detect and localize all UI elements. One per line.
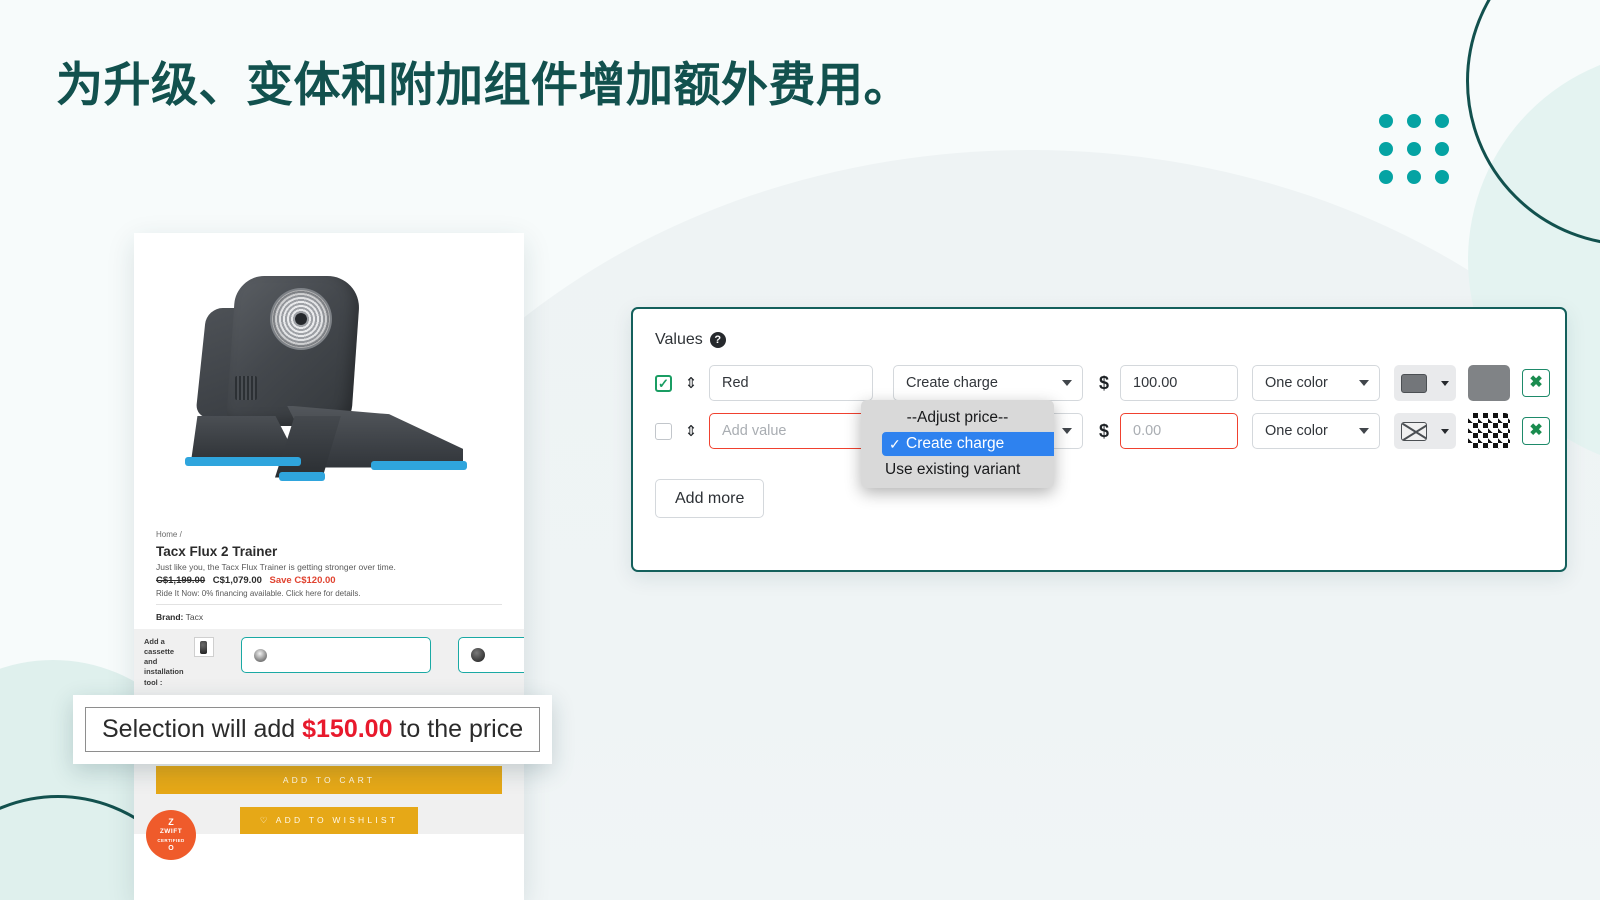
product-title: Tacx Flux 2 Trainer: [156, 544, 278, 559]
chevron-down-icon: [1441, 380, 1450, 386]
row-enabled-checkbox[interactable]: [655, 422, 672, 440]
chevron-down-icon: [1359, 428, 1370, 434]
value-name-input[interactable]: Add value: [709, 413, 873, 449]
callout-suffix: to the price: [399, 715, 524, 743]
badge-line-3: CERTIFIED: [157, 837, 185, 843]
add-to-cart-button[interactable]: ADD TO CART: [156, 765, 502, 794]
dropdown-item-create-charge[interactable]: ✓ Create charge: [881, 431, 1054, 457]
values-rows: ⇕ Red Create charge $ 100.00 One color ✖: [633, 349, 1565, 449]
financing-note[interactable]: Ride It Now: 0% financing available. Cli…: [156, 589, 502, 605]
values-header: Values ?: [633, 309, 1565, 349]
callout-amount: $150.00: [302, 715, 393, 743]
badge-line-2: ZWIFT: [159, 827, 183, 835]
page-root: 为升级、变体和附加组件增加额外费用。 Home / Tacx Flux 2 Tr…: [0, 0, 1600, 900]
currency-symbol: $: [1099, 420, 1110, 441]
cassette-icon: [272, 289, 330, 348]
page-title: 为升级、变体和附加组件增加额外费用。: [56, 58, 911, 111]
color-chip: [1401, 373, 1428, 393]
color-mode-select[interactable]: One color: [1252, 413, 1381, 449]
price-mode-select[interactable]: Create charge: [893, 365, 1083, 401]
price-row: C$1,199.00 C$1,079.00 Save C$120.00: [156, 575, 502, 586]
swatch-cassette-dark[interactable]: [457, 637, 524, 673]
brand-row: Brand: Tacx: [156, 605, 502, 629]
delete-row-button[interactable]: ✖: [1522, 369, 1551, 397]
color-mode-value: One color: [1265, 375, 1328, 391]
color-swatch-picker[interactable]: [1394, 413, 1457, 449]
color-mode-select[interactable]: One color: [1252, 365, 1381, 401]
check-icon: ✓: [889, 435, 901, 452]
price-mode-dropdown-menu[interactable]: --Adjust price-- ✓ Create charge Use exi…: [861, 400, 1054, 488]
drag-vertical-icon[interactable]: ⇕: [683, 424, 699, 439]
option-label: Add a cassette and installation tool :: [144, 637, 184, 687]
chevron-down-icon: [1062, 428, 1072, 434]
price-callout: Selection will add $150.00 to the price: [73, 695, 553, 764]
price-callout-text: Selection will add $150.00 to the price: [85, 707, 541, 752]
brand-label: Brand:: [156, 612, 184, 622]
product-subtitle: Just like you, the Tacx Flux Trainer is …: [156, 562, 396, 572]
add-to-wishlist-button[interactable]: ♡ ADD TO WISHLIST: [239, 806, 419, 834]
badge-line-4: O: [168, 844, 174, 852]
option-swatch-list: [193, 637, 524, 673]
row-enabled-checkbox[interactable]: [655, 374, 672, 392]
breadcrumb[interactable]: Home /: [156, 530, 502, 539]
chevron-down-icon: [1359, 380, 1370, 386]
dropdown-item-label: --Adjust price--: [906, 409, 1009, 426]
chevron-down-icon: [1441, 428, 1450, 434]
callout-prefix: Selection will add: [102, 715, 296, 743]
zwift-certified-badge: Z ZWIFT CERTIFIED O: [148, 812, 194, 858]
price-current: C$1,079.00: [212, 575, 262, 586]
values-label: Values: [655, 331, 703, 348]
dropdown-item-use-existing-variant[interactable]: Use existing variant: [861, 457, 1054, 483]
price-mode-value: Create charge: [906, 375, 998, 391]
tacx-flux-2-trainer-illustration: [179, 266, 479, 496]
values-panel: Values ? ⇕ Red Create charge $ 100.00 On…: [631, 307, 1567, 572]
question-mark-icon[interactable]: ?: [709, 332, 726, 348]
value-row: ⇕ Red Create charge $ 100.00 One color ✖: [655, 365, 1565, 401]
price-input[interactable]: 0.00: [1120, 413, 1239, 449]
dropdown-item-adjust-price[interactable]: --Adjust price--: [861, 405, 1054, 431]
product-actions: ADD TO CART ♡ ADD TO WISHLIST: [134, 759, 524, 834]
delete-row-button[interactable]: ✖: [1522, 417, 1551, 445]
chevron-down-icon: [1062, 380, 1072, 386]
product-card: Home / Tacx Flux 2 Trainer Just like you…: [134, 233, 524, 900]
dropdown-item-label: Use existing variant: [885, 461, 1021, 478]
brand-value[interactable]: Tacx: [186, 612, 203, 622]
swatch-tool[interactable]: [193, 637, 214, 657]
price-savings: Save C$120.00: [269, 575, 336, 586]
swatch-cassette-light[interactable]: [240, 637, 431, 673]
color-swatch-picker[interactable]: [1394, 365, 1457, 401]
color-mode-value: One color: [1265, 423, 1328, 439]
value-name-input[interactable]: Red: [709, 365, 873, 401]
color-preview: [1468, 365, 1511, 401]
value-row: ⇕ Add value $ 0.00 One color ✖: [655, 413, 1565, 449]
no-color-icon: [1401, 421, 1428, 441]
price-input[interactable]: 100.00: [1120, 365, 1239, 401]
dot-grid-icon: [1379, 114, 1449, 184]
option-cassette-tool: Add a cassette and installation tool :: [144, 637, 524, 688]
dropdown-item-label: Create charge: [906, 435, 1005, 452]
price-original: C$1,199.00: [156, 575, 206, 586]
product-image: [134, 233, 524, 528]
add-more-button[interactable]: Add more: [655, 479, 765, 518]
drag-vertical-icon[interactable]: ⇕: [683, 376, 699, 391]
color-preview: [1468, 413, 1511, 449]
currency-symbol: $: [1099, 372, 1110, 393]
badge-line-1: Z: [168, 816, 174, 827]
